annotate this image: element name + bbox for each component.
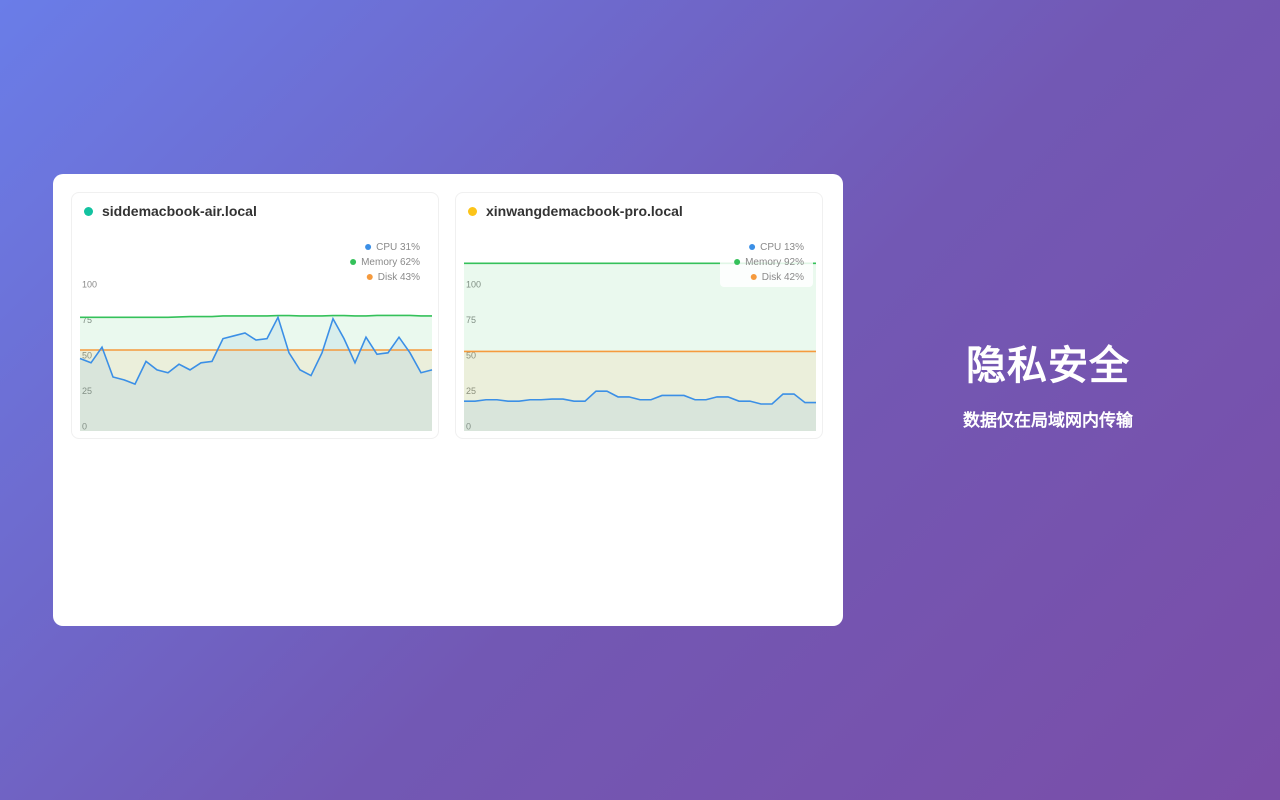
- legend-label: Memory 62%: [361, 257, 420, 268]
- feature-tagline: 隐私安全 数据仅在局域网内传输: [890, 330, 1206, 431]
- usage-chart: 1007550250CPU 31%Memory 62%Disk 43%: [79, 242, 433, 432]
- legend-swatch: [350, 259, 357, 265]
- legend-swatch: [365, 244, 372, 250]
- usage-chart: 1007550250CPU 13%Memory 92%Disk 42%: [464, 239, 816, 432]
- legend-swatch: [734, 259, 741, 265]
- legend-swatch: [750, 274, 757, 280]
- legend-label: CPU 31%: [376, 242, 420, 253]
- legend-label: Memory 92%: [745, 257, 804, 268]
- y-tick-label: 100: [82, 280, 97, 290]
- legend-swatch: [366, 274, 373, 280]
- dashboard-panel: siddemacbook-air.local 100 75 50 25 0 CPU 31%…: [53, 174, 843, 626]
- legend-label: Disk 42%: [762, 272, 804, 283]
- legend-swatch: [749, 244, 756, 250]
- feature-subtitle: 数据仅在局域网内传输: [963, 411, 1133, 431]
- device-card[interactable]: xinwangdemacbook-pro.local 100 75 50 25 0 CPU…: [455, 192, 823, 439]
- feature-title: 隐私安全: [966, 343, 1130, 389]
- device-card[interactable]: siddemacbook-air.local 100 75 50 25 0 CPU 31%…: [71, 192, 439, 439]
- legend-label: Disk 43%: [378, 272, 420, 283]
- legend-label: CPU 13%: [760, 242, 804, 253]
